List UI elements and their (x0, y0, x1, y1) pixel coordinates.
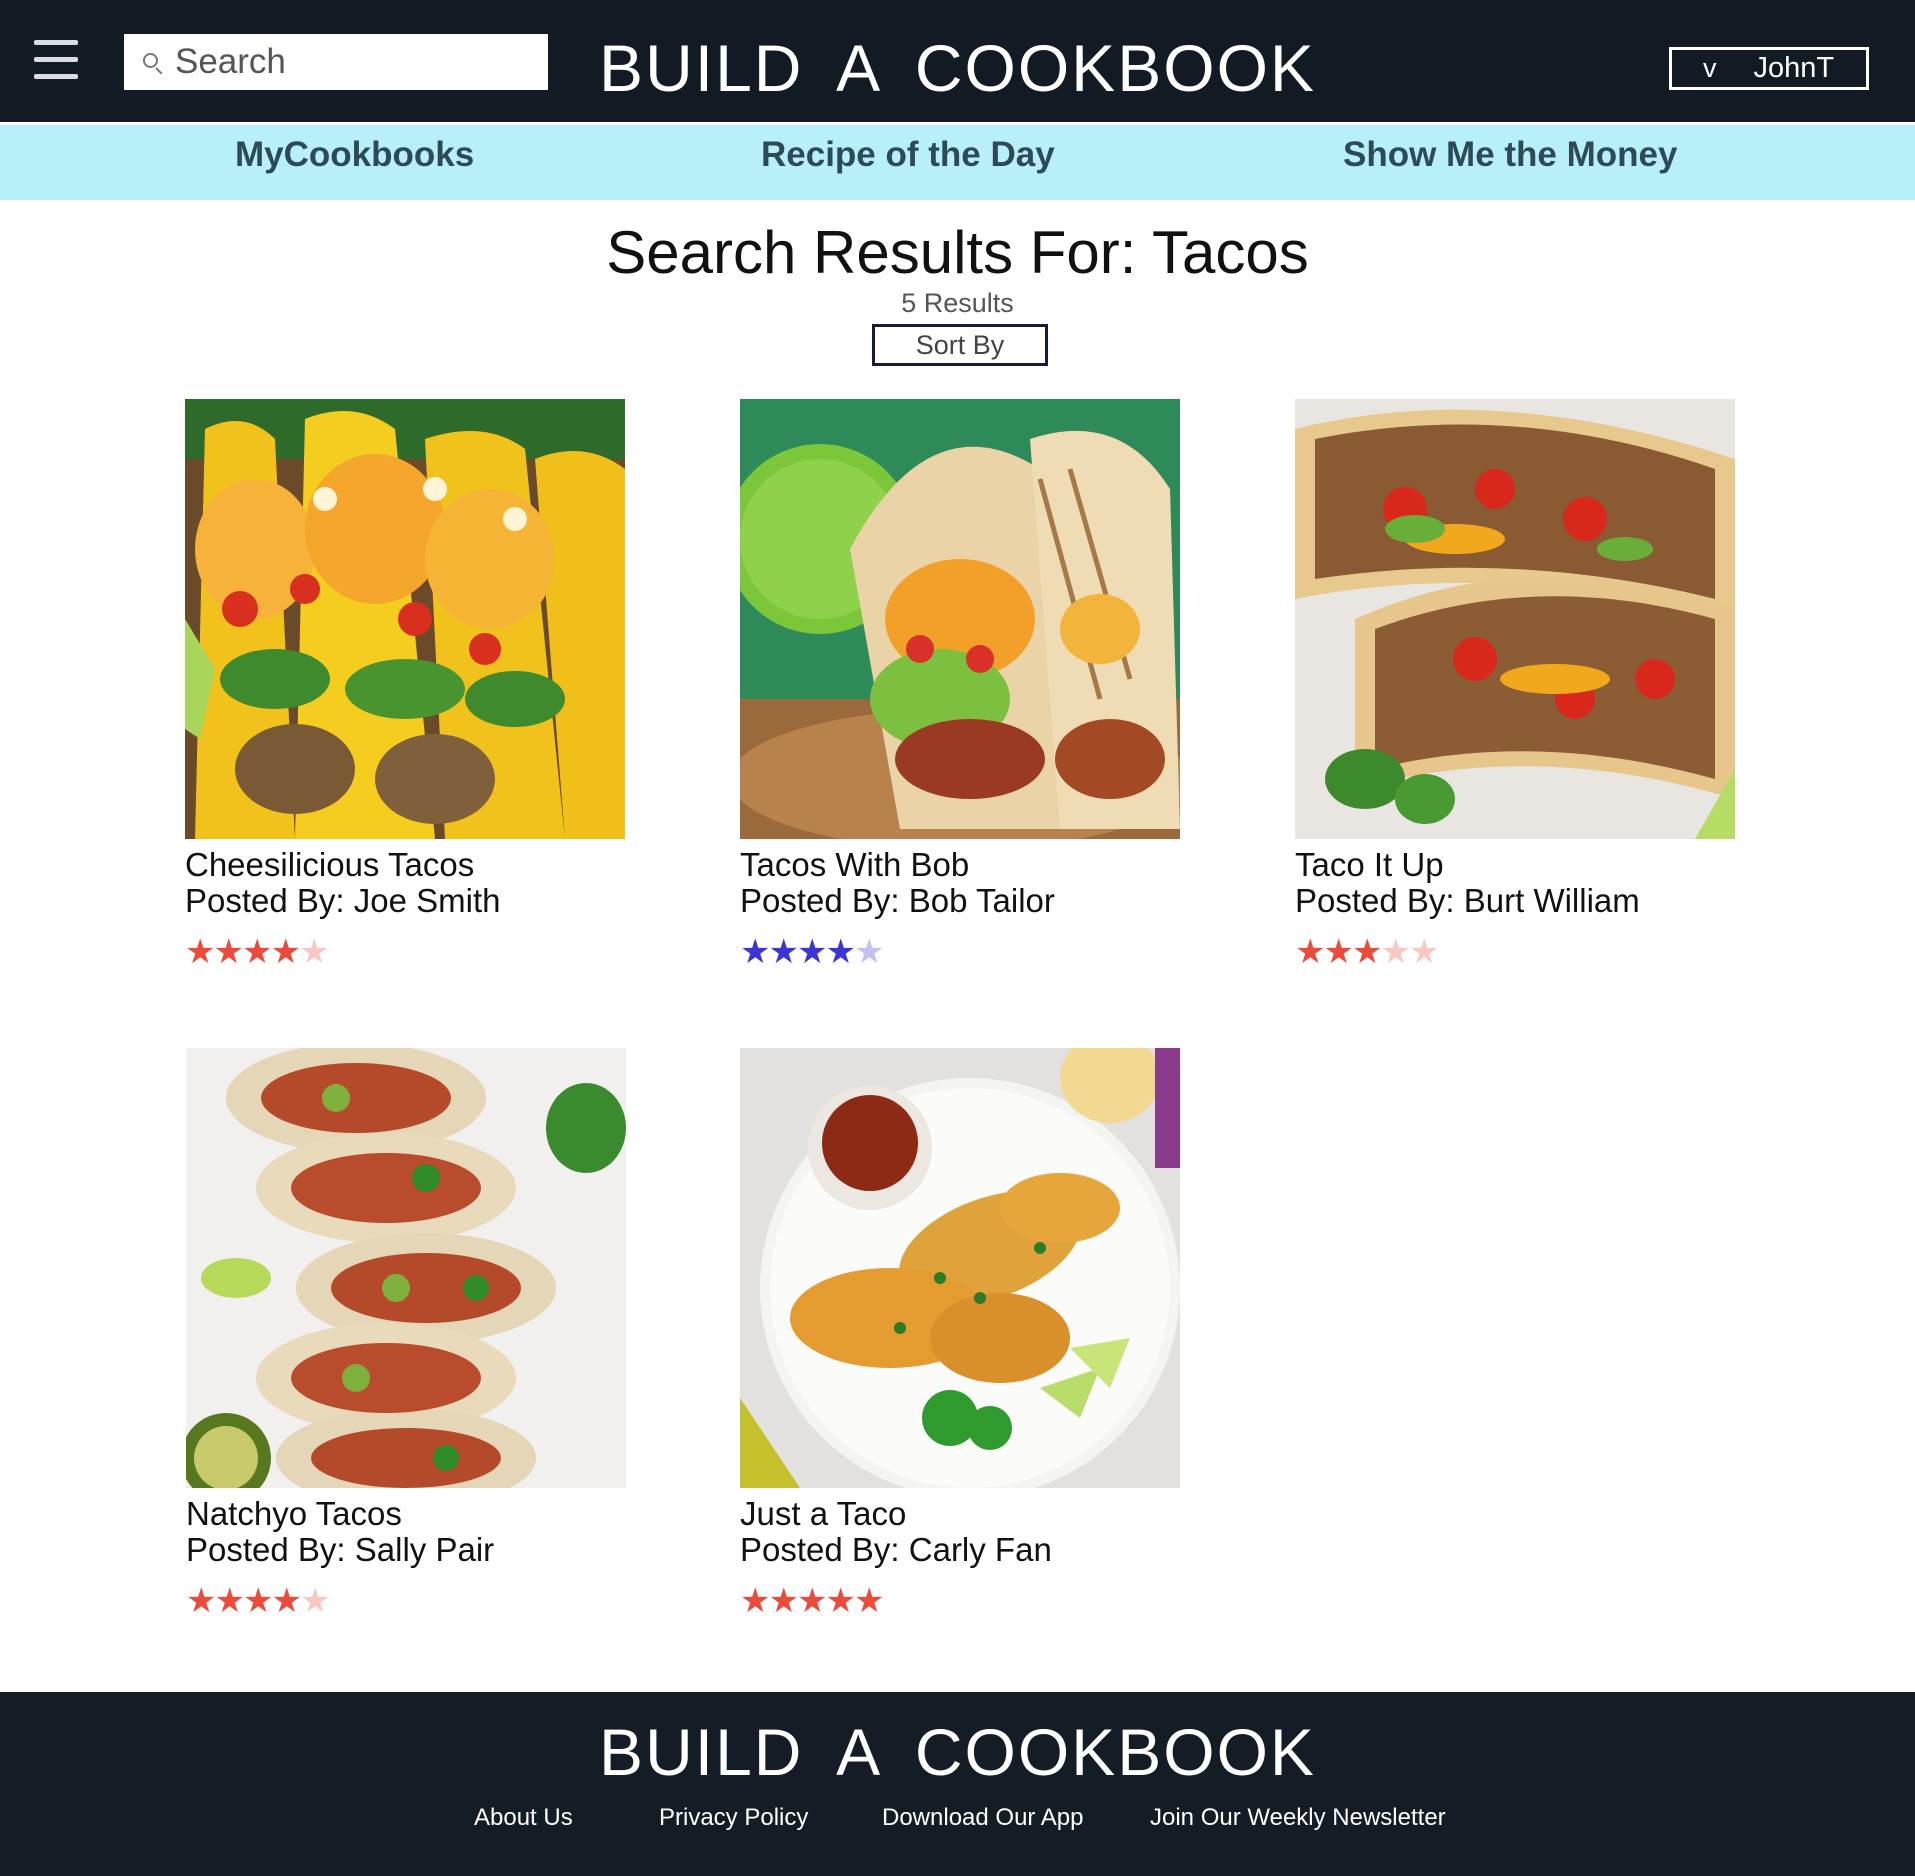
star-rating: ★★★★★ (1295, 935, 1735, 969)
hamburger-menu-icon[interactable] (34, 40, 78, 82)
recipe-photo[interactable] (740, 399, 1180, 839)
star-filled-icon: ★ (1295, 933, 1326, 971)
recipe-title[interactable]: Natchyo Tacos (186, 1496, 626, 1532)
recipe-card[interactable]: Cheesilicious Tacos Posted By: Joe Smith… (185, 399, 625, 969)
footer-link-about-us[interactable]: About Us (474, 1804, 573, 1832)
nav-mycookbooks[interactable]: MyCookbooks (235, 135, 474, 175)
star-rating: ★★★★★ (186, 1584, 626, 1618)
star-filled-icon: ★ (241, 933, 273, 971)
recipe-title[interactable]: Cheesilicious Tacos (185, 847, 625, 883)
search-input[interactable] (175, 42, 545, 82)
star-filled-icon: ★ (768, 933, 799, 971)
recipe-author: Posted By: Carly Fan (740, 1531, 1052, 1568)
star-rating: ★★★★★ (740, 1584, 1180, 1618)
star-filled-icon: ★ (825, 1582, 856, 1620)
star-filled-icon: ★ (214, 1582, 245, 1620)
star-filled-icon: ★ (796, 933, 828, 971)
star-empty-icon: ★ (298, 933, 330, 971)
recipe-photo[interactable] (740, 1048, 1180, 1488)
recipe-title[interactable]: Taco It Up (1295, 847, 1735, 883)
star-filled-icon: ★ (186, 1582, 217, 1620)
star-empty-icon: ★ (853, 933, 885, 971)
recipe-photo[interactable] (186, 1048, 626, 1488)
star-filled-icon: ★ (270, 933, 301, 971)
star-filled-icon: ★ (740, 933, 771, 971)
recipe-author: Posted By: Burt William (1295, 882, 1640, 919)
star-filled-icon: ★ (825, 933, 856, 971)
star-filled-icon: ★ (213, 933, 244, 971)
footer-link-privacy-policy[interactable]: Privacy Policy (659, 1804, 808, 1832)
recipe-title[interactable]: Just a Taco (740, 1496, 1180, 1532)
recipe-title[interactable]: Tacos With Bob (740, 847, 1180, 883)
star-filled-icon: ★ (1351, 933, 1383, 971)
star-filled-icon: ★ (1323, 933, 1354, 971)
star-filled-icon: ★ (740, 1582, 771, 1620)
nav-show-me-the-money[interactable]: Show Me the Money (1343, 135, 1677, 175)
user-name: JohnT (1753, 52, 1835, 84)
recipe-photo[interactable] (1295, 399, 1735, 839)
star-filled-icon: ★ (242, 1582, 274, 1620)
nav-recipe-of-the-day[interactable]: Recipe of the Day (761, 135, 1055, 175)
search-box[interactable] (124, 34, 548, 90)
recipe-card[interactable]: Taco It Up Posted By: Burt William ★★★★★ (1295, 399, 1735, 969)
star-empty-icon: ★ (1408, 933, 1440, 971)
star-empty-icon: ★ (299, 1582, 331, 1620)
star-filled-icon: ★ (185, 933, 216, 971)
recipe-card[interactable]: Just a Taco Posted By: Carly Fan ★★★★★ (740, 1048, 1180, 1618)
user-menu-button[interactable]: v JohnT (1669, 47, 1869, 90)
star-empty-icon: ★ (1380, 933, 1411, 971)
star-filled-icon: ★ (768, 1582, 799, 1620)
recipe-card[interactable]: Tacos With Bob Posted By: Bob Tailor ★★★… (740, 399, 1180, 969)
star-filled-icon: ★ (271, 1582, 302, 1620)
recipe-author: Posted By: Sally Pair (186, 1531, 495, 1568)
sort-by-button[interactable]: Sort By (872, 324, 1048, 366)
footer-link-newsletter[interactable]: Join Our Weekly Newsletter (1150, 1804, 1446, 1832)
recipe-photo[interactable] (185, 399, 625, 839)
recipe-author: Posted By: Joe Smith (185, 882, 501, 919)
recipe-author: Posted By: Bob Tailor (740, 882, 1055, 919)
recipe-card[interactable]: Natchyo Tacos Posted By: Sally Pair ★★★★… (186, 1048, 626, 1618)
star-rating: ★★★★★ (740, 935, 1180, 969)
page-title: Search Results For: Tacos (606, 219, 1309, 286)
search-icon (141, 51, 163, 75)
chevron-down-icon: v (1703, 53, 1717, 83)
star-filled-icon: ★ (796, 1582, 828, 1620)
star-filled-icon: ★ (853, 1582, 885, 1620)
results-count: 5 Results (901, 288, 1014, 318)
star-rating: ★★★★★ (185, 935, 625, 969)
footer-link-download-app[interactable]: Download Our App (882, 1804, 1083, 1832)
footer-logo-title: BUILD A COOKBOOK (599, 1715, 1316, 1789)
